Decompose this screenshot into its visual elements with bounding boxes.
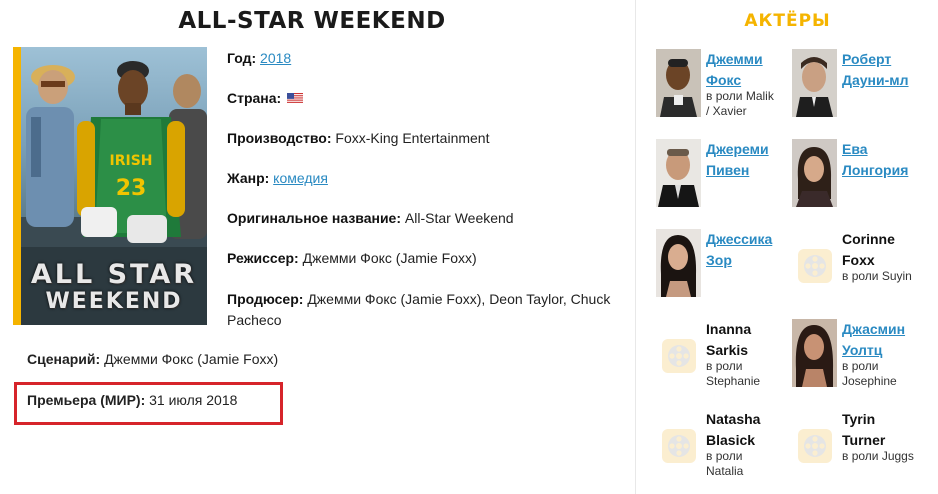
actor-name: Natasha Blasick [706,411,761,448]
actor-name-link[interactable]: Роберт Дауни-мл [842,49,930,91]
director-label: Режиссер: [227,250,299,266]
production-value: Foxx-King Entertainment [335,130,490,146]
movie-poster[interactable]: IRISH 23 ALL STAR WEEKEND [21,47,207,325]
genre-link[interactable]: комедия [273,170,328,186]
premiere-highlight-box [14,382,283,425]
info-screenplay: Сценарий: Джемми Фокс (Jamie Foxx) [27,349,278,370]
actor-role: в роли Josephine [842,359,897,388]
actors-sidebar: АКТЁРЫ ДжеммиФокс в роли Malik/ Xavier [637,0,938,494]
actor-role: в роли Stephanie [706,359,761,388]
jersey-text: IRISH [110,153,153,169]
screenplay-value: Джемми Фокс (Jamie Foxx) [104,351,279,367]
actor-photo[interactable] [792,139,837,207]
actor-name: Inanna Sarkis [706,321,752,358]
page-title: ALL-STAR WEEKEND [178,8,446,34]
actor-name-link[interactable]: Джессика Зор [706,229,794,271]
film-reel-icon [662,429,696,463]
year-label: Год: [227,50,257,66]
actor-role: в роли Juggs [842,449,914,463]
actor-name-link[interactable]: Джасмин Уолтц [842,319,930,361]
actor-photo[interactable] [792,49,837,117]
poster-title-line1: ALL STAR [30,259,198,290]
info-producer: Продюсер: Джемми Фокс (Jamie Foxx), Deon… [227,289,612,331]
actor-role: в роли Suyin [842,269,912,283]
actor-photo[interactable] [656,139,701,207]
genre-label: Жанр: [227,170,270,186]
production-label: Производство: [227,130,332,146]
info-original-title: Оригинальное название: All-Star Weekend [227,208,627,229]
poster-accent-bar [13,47,21,325]
info-year: Год: 2018 [227,48,627,69]
original-title-value: All-Star Weekend [404,210,514,226]
usa-flag-icon [287,93,304,104]
info-genre: Жанр: комедия [227,168,627,189]
producer-label: Продюсер: [227,291,304,307]
actors-title: АКТЁРЫ [744,11,831,31]
director-value: Джемми Фокс (Jamie Foxx) [302,250,477,266]
actor-name: Corinne Foxx [842,231,895,268]
year-link[interactable]: 2018 [260,50,291,66]
actor-photo[interactable] [656,49,701,117]
actor-name-link[interactable]: Джереми Пивен [706,139,794,181]
info-director: Режиссер: Джемми Фокс (Jamie Foxx) [227,248,627,269]
original-title-label: Оригинальное название: [227,210,402,226]
actor-name-link[interactable]: Ева Лонгория [842,139,930,181]
info-country: Страна: [227,88,627,109]
film-reel-icon [798,249,832,283]
actor-name-link[interactable]: Джемми Фокс [706,49,794,91]
actor-name: Tyrin Turner [842,411,886,448]
country-label: Страна: [227,90,282,106]
movie-main-panel: ALL-STAR WEEKEND IRISH 23 ALL STAR WEEKE… [0,0,636,494]
jersey-number: 23 [116,176,147,201]
info-production: Производство: Foxx-King Entertainment [227,128,627,149]
screenplay-label: Сценарий: [27,351,101,367]
actor-role: в роли Malik / Xavier [706,89,774,118]
film-reel-icon [798,429,832,463]
poster-title-line2: WEEKEND [45,289,183,314]
actor-photo[interactable] [656,229,701,297]
actor-role: в роли Natalia [706,449,744,478]
film-reel-icon [662,339,696,373]
actor-photo[interactable] [792,319,837,387]
